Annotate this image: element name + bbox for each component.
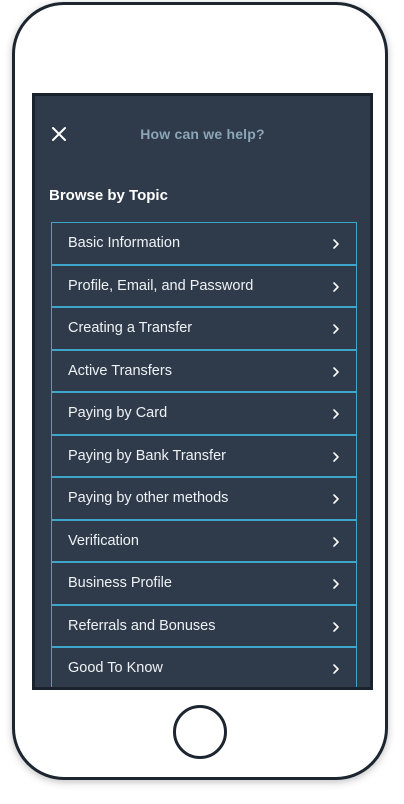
chevron-right-icon <box>333 536 339 547</box>
chevron-right-icon <box>333 324 339 334</box>
chevron-right-icon <box>333 409 339 419</box>
topic-item-active-transfers[interactable]: Active Transfers <box>51 349 357 392</box>
topic-item-creating-a-transfer[interactable]: Creating a Transfer <box>51 307 357 350</box>
section-title: Browse by Topic <box>49 187 168 204</box>
topic-item-paying-by-other-methods[interactable]: Paying by other methods <box>51 477 357 520</box>
topic-label: Paying by Bank Transfer <box>68 447 226 464</box>
topic-item-profile-email-password[interactable]: Profile, Email, and Password <box>51 264 357 307</box>
topic-item-referrals-and-bonuses[interactable]: Referrals and Bonuses <box>51 604 357 647</box>
help-screen: How can we help? Browse by Topic Basic I… <box>32 93 373 690</box>
topic-item-verification[interactable]: Verification <box>51 519 357 562</box>
chevron-right-icon <box>333 664 339 674</box>
home-button[interactable] <box>173 705 227 759</box>
chevron-right-icon <box>333 579 339 589</box>
topic-label: Basic Information <box>68 235 181 251</box>
chevron-right-icon <box>333 366 339 377</box>
topic-item-basic-information[interactable]: Basic Information <box>51 222 357 265</box>
topic-label: Referrals and Bonuses <box>68 617 216 634</box>
topic-label: Paying by other methods <box>68 490 229 506</box>
topic-item-paying-by-card[interactable]: Paying by Card <box>51 392 357 435</box>
topic-list: Basic Information Profile, Email, and Pa… <box>51 222 357 687</box>
header: How can we help? <box>35 96 370 174</box>
chevron-right-icon <box>333 451 339 462</box>
topic-label: Business Profile <box>68 575 172 591</box>
topic-item-good-to-know[interactable]: Good To Know <box>51 647 357 687</box>
topic-label: Good To Know <box>68 660 163 676</box>
topic-label: Active Transfers <box>68 362 172 379</box>
chevron-right-icon <box>333 239 339 249</box>
topic-item-business-profile[interactable]: Business Profile <box>51 562 357 605</box>
chevron-right-icon <box>333 494 339 504</box>
topic-item-paying-by-bank-transfer[interactable]: Paying by Bank Transfer <box>51 434 357 477</box>
chevron-right-icon <box>333 281 339 292</box>
chevron-right-icon <box>333 621 339 632</box>
page-title: How can we help? <box>140 126 265 142</box>
topic-label: Profile, Email, and Password <box>68 277 254 294</box>
topic-label: Paying by Card <box>68 405 168 421</box>
topic-label: Creating a Transfer <box>68 320 193 336</box>
topic-label: Verification <box>68 532 139 549</box>
